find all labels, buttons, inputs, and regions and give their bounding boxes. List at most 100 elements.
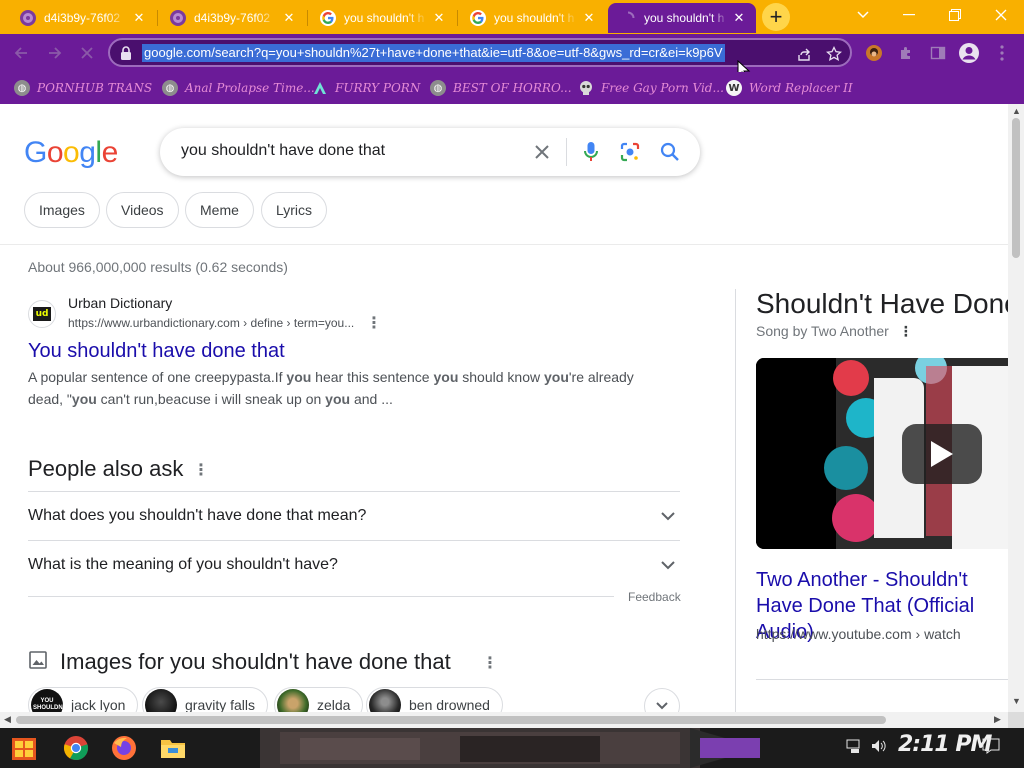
restore-icon[interactable] [932,0,978,30]
result-title-link[interactable]: You shouldn't have done that [28,340,285,363]
images-section-title[interactable]: Images for you shouldn't have done that [60,649,451,675]
bookmarks-bar: ◍ PORNHUB TRANS ◍ Anal Prolapse Time... … [0,72,1024,104]
forward-icon[interactable] [42,40,68,66]
vertical-scrollbar[interactable]: ▲ ▼ [1008,104,1024,712]
bookmark-item[interactable]: Free Gay Porn Vid... [578,78,724,98]
subtitle-text: Song by Two Another [756,323,889,339]
bookmark-item[interactable]: W Word Replacer II [726,78,853,98]
more-images-button[interactable] [644,688,680,712]
tab-4[interactable]: you shouldn't h ✕ [458,3,606,33]
chip-meme[interactable]: Meme [185,192,254,228]
scroll-right-icon[interactable]: ▶ [994,714,1001,725]
extensions-puzzle-icon[interactable] [895,42,917,64]
snippet-text: should know [458,369,544,385]
search-icon[interactable] [658,140,682,164]
network-icon[interactable] [846,738,864,754]
play-video-button[interactable] [902,424,982,484]
close-tab-icon[interactable]: ✕ [282,10,296,26]
close-tab-icon[interactable]: ✕ [132,10,146,26]
chip-videos[interactable]: Videos [106,192,179,228]
gray-globe-icon: ◍ [430,80,446,96]
file-explorer-icon[interactable] [155,732,191,764]
firefox-icon[interactable] [106,732,142,764]
knowledge-panel-divider [756,679,1008,680]
extension-avatar-icon[interactable] [863,42,885,64]
snippet-text: hear this sentence [311,369,434,385]
horizontal-scroll-thumb[interactable] [16,716,886,724]
search-input[interactable]: you shouldn't have done that [181,142,385,160]
close-tab-icon[interactable]: ✕ [582,10,596,26]
pill-label: ben drowned [409,697,490,712]
tab-3[interactable]: you shouldn't h ✕ [308,3,456,33]
clear-search-icon[interactable] [530,140,554,164]
google-logo[interactable]: Google [24,136,118,170]
scroll-left-icon[interactable]: ◀ [4,714,11,725]
lock-icon[interactable] [119,45,133,61]
browser-toolbar: google.com/search?q=you+shouldn%27t+have… [0,34,1024,79]
chevron-down-icon[interactable] [658,506,678,526]
close-tab-icon[interactable]: ✕ [732,10,746,26]
skull-icon [578,80,594,96]
chrome-icon[interactable] [58,732,94,764]
profile-icon[interactable] [958,42,980,64]
tab-active[interactable]: you shouldn't h ✕ [608,3,756,33]
menu-kebab-icon[interactable] [991,42,1013,64]
horizontal-scrollbar[interactable]: ◀ ▶ [0,712,1008,728]
paa-more-icon[interactable]: ⋮ [193,461,209,479]
vertical-scroll-thumb[interactable] [1012,118,1020,258]
snippet-bold: you [286,369,312,385]
image-pill-zelda[interactable]: zelda [274,687,364,712]
close-tab-icon[interactable]: ✕ [432,10,446,26]
back-icon[interactable] [8,40,34,66]
result-site-name[interactable]: Urban Dictionary [68,295,172,311]
thumbnail-ben-drowned [369,689,401,712]
paa-question[interactable]: What is the meaning of you shouldn't hav… [28,556,338,574]
volume-icon[interactable] [870,738,888,754]
gray-globe-icon: ◍ [14,80,30,96]
paa-question[interactable]: What does you shouldn't have done that m… [28,507,366,525]
image-pill-jack-lyon[interactable]: YOU SHOULDN'T jack lyon [28,687,139,712]
new-tab-button[interactable]: + [762,3,790,31]
chip-lyrics[interactable]: Lyrics [261,192,328,228]
knowledge-panel-divider [735,289,736,712]
image-pill-ben-drowned[interactable]: ben drowned [366,687,503,712]
bookmark-item[interactable]: ◍ BEST OF HORRO... [430,78,572,98]
side-panel-icon[interactable] [927,42,949,64]
close-window-icon[interactable] [978,0,1024,30]
bookmark-item[interactable]: ◍ PORNHUB TRANS [14,78,152,98]
result-cite[interactable]: https://www.urbandictionary.com › define… [68,316,354,330]
tab-2[interactable]: d4i3b9y-76f02 ✕ [158,3,306,33]
bookmark-star-icon[interactable] [824,45,844,63]
stop-loading-icon[interactable] [74,40,100,66]
kp-more-icon[interactable]: ⋮ [899,323,913,339]
chip-images[interactable]: Images [24,192,100,228]
images-more-icon[interactable]: ⋮ [482,654,498,672]
tab-1[interactable]: d4i3b9y-76f02 ✕ [8,3,156,33]
url-text[interactable]: google.com/search?q=you+shouldn%27t+have… [142,44,725,62]
scroll-up-icon[interactable]: ▲ [1012,106,1021,116]
bookmark-item[interactable]: ◍ Anal Prolapse Time... [162,78,315,98]
scroll-down-icon[interactable]: ▼ [1012,696,1021,706]
google-lens-icon[interactable] [618,140,642,164]
notifications-icon[interactable] [982,738,1000,754]
chevron-down-icon[interactable] [658,555,678,575]
share-icon[interactable] [794,45,814,63]
favicon-text: ud [33,307,51,321]
tab-search-icon[interactable] [840,0,886,30]
knowledge-panel-video-cite[interactable]: https://www.youtube.com › watch [756,626,961,642]
image-pill-gravity-falls[interactable]: gravity falls [142,687,269,712]
result-more-icon[interactable]: ⋮ [366,314,382,332]
tab-title: d4i3b9y-76f02 [194,11,271,25]
pill-label: zelda [317,697,351,712]
paa-divider [28,596,614,597]
minimize-icon[interactable] [886,0,932,30]
bookmark-item[interactable]: FURRY PORN [312,78,420,98]
search-box[interactable]: you shouldn't have done that [160,128,700,176]
microphone-icon[interactable] [579,140,603,164]
start-icon[interactable] [6,732,42,764]
feedback-link[interactable]: Feedback [628,590,681,604]
image-icon [29,651,47,669]
taskbar-clock[interactable]: 2:11 PM [898,732,992,757]
logo-letter: o [63,136,80,169]
snippet-text: and ... [350,391,393,407]
